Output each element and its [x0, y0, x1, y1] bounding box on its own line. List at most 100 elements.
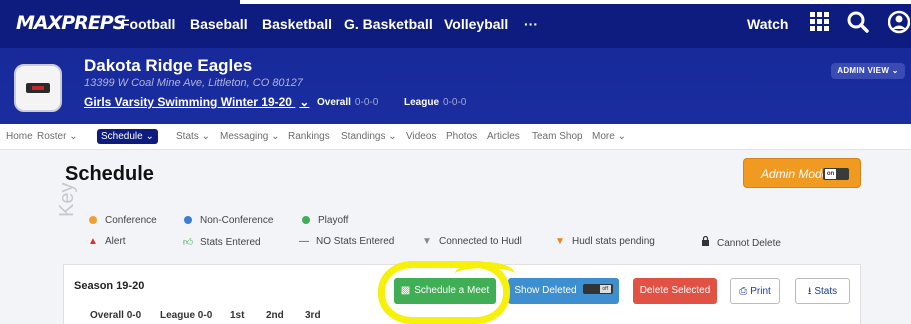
subnav-schedule-label: Schedule: [101, 131, 143, 142]
subnav-more[interactable]: More ⌄: [592, 131, 626, 142]
chevron-down-icon: ⌄: [299, 95, 310, 109]
team-address: 13399 W Coal Mine Ave, Littleton, CO 801…: [84, 77, 303, 89]
show-deleted-toggle[interactable]: Show Deleted off: [508, 278, 619, 304]
subnav-roster-label: Roster: [37, 131, 67, 142]
chevron-down-icon: ⌄: [145, 131, 154, 142]
key-conference-label: Conference: [105, 215, 157, 226]
key-non-conference-label: Non-Conference: [200, 215, 274, 226]
download-icon: ⭳: [807, 286, 812, 297]
overall-record: Overall 0-0-0: [317, 97, 378, 108]
user-icon[interactable]: [887, 10, 911, 39]
overall-record-label: Overall: [317, 97, 351, 108]
team-logo[interactable]: [14, 64, 62, 112]
season-league: League 0-0: [160, 310, 212, 321]
hudl-icon: ▼: [422, 236, 432, 247]
key-cannot-delete-label: Cannot Delete: [717, 238, 781, 249]
subnav-messaging[interactable]: Messaging ⌄: [220, 131, 280, 142]
maxpreps-logo[interactable]: MAXPREPS: [16, 12, 126, 34]
season-label: Season 19-20: [74, 280, 145, 292]
stats-button[interactable]: ⭳ Stats: [795, 278, 850, 304]
schedule-meet-button[interactable]: ▩ Schedule a Meet: [394, 278, 496, 304]
key-cannot-delete: Cannot Delete: [699, 235, 781, 249]
show-deleted-label: Show Deleted: [514, 285, 577, 296]
subnav-home[interactable]: Home: [6, 131, 33, 142]
thumbs-up-icon: 👍︎: [182, 237, 194, 248]
nav-link-girls-basketball[interactable]: G. Basketball: [344, 16, 433, 32]
key-non-conference: Non-Conference: [184, 215, 273, 226]
subnav-roster[interactable]: Roster ⌄: [37, 131, 78, 142]
nav-link-football[interactable]: Football: [121, 16, 175, 32]
conference-dot-icon: [89, 216, 97, 224]
show-deleted-switch-state: off: [599, 285, 611, 293]
subnav-messaging-label: Messaging: [220, 131, 269, 142]
admin-mode-switch[interactable]: on: [823, 168, 849, 180]
printer-icon: ⎙: [739, 286, 748, 297]
admin-mode-toggle[interactable]: Admin Mode on: [743, 158, 861, 188]
sport-season-selector[interactable]: Girls Varsity Swimming Winter 19-20 ⌄: [84, 95, 309, 109]
key-no-stats: — NO Stats Entered: [298, 236, 394, 247]
subnav-videos[interactable]: Videos: [406, 131, 436, 142]
schedule-meet-label: Schedule a Meet: [414, 285, 490, 296]
print-label: Print: [750, 286, 771, 297]
search-icon[interactable]: [846, 10, 870, 39]
key-stats-entered-label: Stats Entered: [200, 237, 261, 248]
key-alert: ▲ Alert: [87, 236, 126, 247]
season-league-value: 0-0: [197, 310, 213, 321]
subnav-schedule[interactable]: Schedule ⌄: [97, 129, 158, 144]
league-record-value: 0-0-0: [443, 97, 467, 108]
season-overall-value: 0-0: [126, 310, 142, 321]
non-conference-dot-icon: [184, 216, 192, 224]
nav-link-baseball[interactable]: Baseball: [190, 16, 248, 32]
subnav-photos[interactable]: Photos: [446, 131, 477, 142]
chevron-down-icon: ⌄: [617, 131, 626, 142]
place-1st: 1st: [230, 310, 245, 321]
subnav-stats[interactable]: Stats ⌄: [176, 131, 210, 142]
dash-icon: —: [299, 236, 309, 247]
subnav-more-label: More: [592, 131, 615, 142]
team-subnav: Home Roster ⌄ Schedule ⌄ Stats ⌄ Messagi…: [0, 124, 911, 150]
admin-view-label: ADMIN VIEW: [837, 66, 890, 75]
stats-label: Stats: [814, 286, 838, 297]
show-deleted-switch[interactable]: off: [582, 284, 613, 294]
key-connected-hudl-label: Connected to Hudl: [439, 236, 522, 247]
playoff-dot-icon: [302, 216, 310, 224]
sport-season-label: Girls Varsity Swimming Winter 19-20: [84, 95, 292, 109]
alert-icon: ▲: [88, 236, 98, 247]
season-league-label: League: [160, 310, 196, 321]
key-label: Key: [56, 182, 78, 217]
top-navigation-bar: MAXPREPS Football Baseball Basketball G.…: [0, 0, 911, 48]
key-hudl-pending: ▼ Hudl stats pending: [554, 236, 655, 247]
delete-selected-button[interactable]: Delete Selected: [633, 278, 717, 304]
subnav-rankings[interactable]: Rankings: [288, 131, 330, 142]
nav-link-volleyball[interactable]: Volleyball: [444, 16, 508, 32]
team-name[interactable]: Dakota Ridge Eagles: [84, 56, 252, 76]
schedule-page: Schedule Admin Mode on Key Conference No…: [0, 150, 911, 324]
subnav-standings[interactable]: Standings ⌄: [341, 131, 397, 142]
grid-icon[interactable]: [808, 10, 830, 37]
nav-more-ellipsis[interactable]: ···: [524, 16, 538, 32]
place-2nd: 2nd: [266, 310, 284, 321]
watch-link[interactable]: Watch: [747, 16, 788, 32]
chevron-down-icon: ⌄: [69, 131, 78, 142]
admin-mode-label: Admin Mode: [761, 167, 829, 181]
subnav-articles[interactable]: Articles: [487, 131, 520, 142]
admin-view-dropdown[interactable]: ADMIN VIEW ⌄: [831, 63, 905, 79]
chevron-down-icon: ⌄: [201, 131, 210, 142]
key-playoff-label: Playoff: [318, 215, 349, 226]
eagle-mascot-icon: [26, 83, 50, 93]
subnav-standings-label: Standings: [341, 131, 386, 142]
overall-record-value: 0-0-0: [354, 97, 379, 108]
season-overall-label: Overall: [90, 310, 124, 321]
season-overall: Overall 0-0: [90, 310, 141, 321]
league-record-label: League: [404, 97, 440, 108]
subnav-stats-label: Stats: [176, 131, 199, 142]
print-button[interactable]: ⎙ Print: [730, 278, 780, 304]
admin-mode-switch-state: on: [825, 169, 836, 179]
nav-link-basketball[interactable]: Basketball: [262, 16, 332, 32]
season-card: Season 19-20 ▩ Schedule a Meet Show Delet…: [63, 264, 861, 324]
key-alert-label: Alert: [105, 236, 126, 247]
key-conference: Conference: [89, 215, 157, 226]
calendar-icon: ▩: [400, 285, 411, 296]
subnav-team-shop[interactable]: Team Shop: [532, 131, 583, 142]
chevron-down-icon: ⌄: [388, 131, 397, 142]
